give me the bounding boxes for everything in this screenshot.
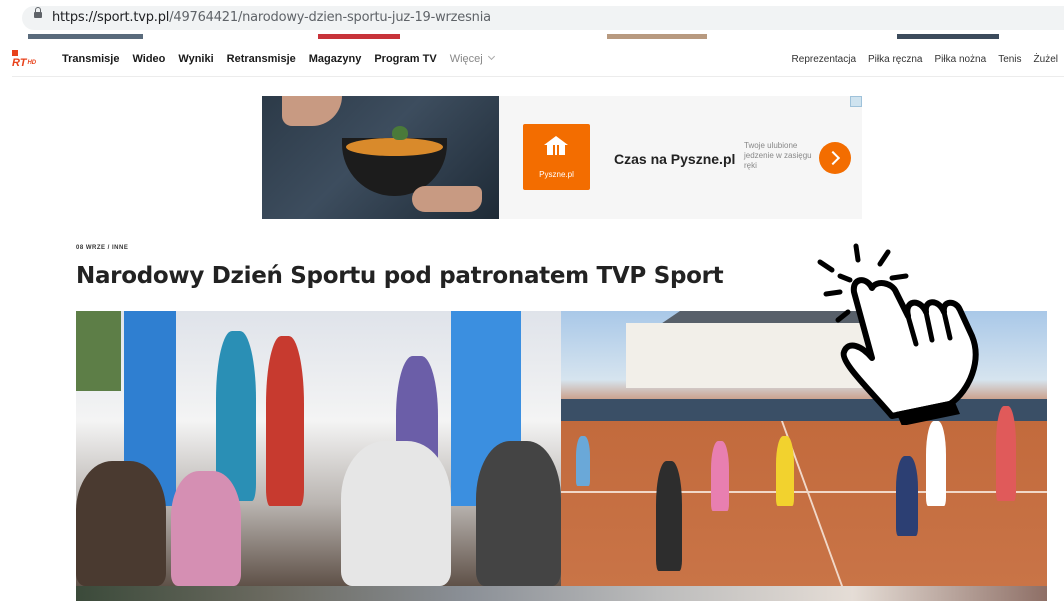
lock-icon [34, 7, 42, 18]
ad-subtext: Twoje ulubione jedzenie w zasięgu ręki [744, 141, 812, 170]
secondary-menu: Reprezentacja Piłka ręczna Piłka nożna T… [780, 54, 1058, 65]
url-text: https://sport.tvp.pl/49764421/narodowy-d… [52, 10, 491, 25]
nav-more-label: Więcej [449, 53, 483, 65]
nav-link-pilka-reczna[interactable]: Piłka ręczna [868, 54, 922, 65]
url-host: https://sport.tvp.pl [52, 10, 170, 25]
nav-item-magazyny[interactable]: Magazyny [309, 53, 362, 65]
header-thumb-strip [607, 34, 707, 39]
child-shape [656, 461, 682, 571]
nav-item-retransmisje[interactable]: Retransmisje [227, 53, 296, 65]
spectator-shape [341, 441, 451, 586]
nav-link-pilka-nozna[interactable]: Piłka nożna [934, 54, 986, 65]
browser-address-bar[interactable]: https://sport.tvp.pl/49764421/narodowy-d… [0, 0, 1064, 34]
child-shape [711, 441, 729, 511]
main-menu: Transmisje Wideo Wyniki Retransmisje Mag… [62, 52, 507, 65]
logo-hd: HD [27, 60, 37, 66]
next-photo-strip [76, 586, 1047, 601]
ad-hand-shape [412, 186, 482, 212]
hand-pointer-click-icon [817, 243, 979, 425]
pyszne-logo-label: Pyszne.pl [539, 170, 574, 179]
nav-item-wideo[interactable]: Wideo [132, 53, 165, 65]
child-shape [576, 436, 590, 486]
nav-item-transmisje[interactable]: Transmisje [62, 53, 119, 65]
advertisement-banner[interactable]: Pyszne.pl Czas na Pyszne.pl Twoje ulubio… [262, 96, 862, 219]
pyszne-logo: Pyszne.pl [523, 124, 590, 190]
ad-food-photo [262, 96, 499, 219]
url-field[interactable]: https://sport.tvp.pl/49764421/narodowy-d… [22, 6, 1064, 30]
child-shape [896, 456, 918, 536]
article-title: Narodowy Dzień Sportu pod patronatem TVP… [76, 263, 724, 289]
nav-link-reprezentacja[interactable]: Reprezentacja [792, 54, 856, 65]
tree-shape [76, 311, 121, 391]
ad-arrow-button[interactable] [819, 142, 851, 174]
url-path: /49764421/narodowy-dzien-sportu-juz-19-w… [169, 10, 491, 25]
ad-headline: Czas na Pyszne.pl [614, 151, 736, 167]
spectator-shape [171, 471, 241, 586]
nav-item-wyniki[interactable]: Wyniki [178, 53, 213, 65]
nav-item-program-tv[interactable]: Program TV [374, 53, 436, 65]
adchoices-icon[interactable] [850, 96, 862, 107]
ad-herb-shape [392, 126, 408, 140]
ad-soup-shape [346, 138, 443, 156]
coach-shape [996, 406, 1016, 501]
ad-hand-shape [282, 96, 342, 126]
nav-more-dropdown[interactable]: Więcej [449, 52, 495, 65]
spectator-shape [476, 441, 561, 586]
header-thumb-strip [318, 34, 400, 39]
nav-link-zuzel[interactable]: Żużel [1034, 54, 1058, 65]
tvp-sport-logo[interactable]: RTHD [12, 50, 37, 69]
chevron-down-icon [487, 52, 495, 61]
article-photo-left[interactable] [76, 311, 561, 586]
header-thumb-strip [28, 34, 143, 39]
house-fork-icon [544, 136, 568, 155]
spectator-shape [76, 461, 166, 586]
logo-mark-icon [12, 50, 18, 56]
article-meta: 08 WRZE / INNE [76, 245, 129, 251]
court-line [561, 491, 1047, 493]
logo-text: RT [12, 57, 27, 69]
dancer-shape [266, 336, 304, 506]
nav-link-tenis[interactable]: Tenis [998, 54, 1021, 65]
site-navigation: RTHD Transmisje Wideo Wyniki Retransmisj… [12, 42, 1064, 77]
header-thumb-strip [897, 34, 999, 39]
child-shape [776, 436, 794, 506]
page-left-edge [0, 34, 10, 601]
child-shape [926, 421, 946, 506]
